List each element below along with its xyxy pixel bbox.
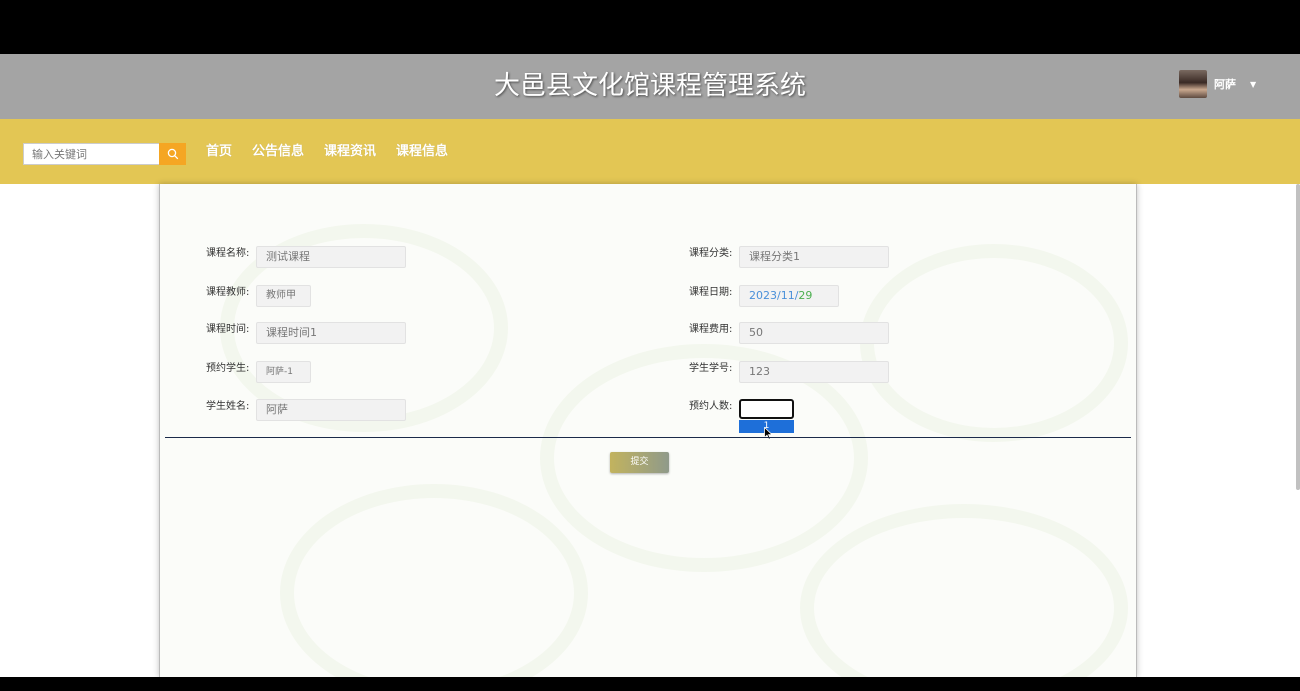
course-name-field[interactable]: 测试课程 — [256, 246, 406, 268]
user-menu[interactable]: 阿萨 ▼ — [1179, 70, 1256, 98]
student-name-label: 学生姓名: — [206, 401, 250, 412]
student-id-field[interactable]: 123 — [739, 361, 889, 383]
reserve-count-label: 预约人数: — [689, 401, 733, 412]
site-header: 大邑县文化馆课程管理系统 阿萨 ▼ — [0, 54, 1300, 119]
course-fee-field[interactable]: 50 — [739, 322, 889, 344]
course-name-label: 课程名称: — [206, 248, 250, 259]
course-teacher-select[interactable]: 教师甲 — [256, 285, 311, 307]
student-id-label: 学生学号: — [689, 363, 733, 374]
nav-item-course-news[interactable]: 课程资讯 — [324, 143, 376, 161]
search-box — [23, 143, 186, 165]
reserved-student-select[interactable]: 阿萨-1 — [256, 361, 311, 383]
site-title: 大邑县文化馆课程管理系统 — [493, 71, 806, 101]
nav-item-home[interactable]: 首页 — [206, 143, 232, 161]
page-scrollbar[interactable] — [1296, 184, 1300, 490]
nav-item-course-info[interactable]: 课程信息 — [396, 143, 448, 161]
reserve-count-select[interactable] — [739, 399, 794, 419]
mouse-pointer-icon — [764, 427, 773, 440]
window-top-bar — [0, 0, 1300, 54]
course-time-label: 课程时间: — [206, 324, 250, 335]
background-pattern — [800, 504, 1128, 677]
search-button[interactable] — [159, 143, 186, 165]
submit-button[interactable]: 提交 — [610, 452, 669, 473]
course-date-day: 29 — [798, 289, 813, 302]
reserved-student-label: 预约学生: — [206, 363, 250, 374]
search-icon — [167, 148, 178, 160]
chevron-down-icon[interactable]: ▼ — [1250, 80, 1256, 89]
nav-item-announcements[interactable]: 公告信息 — [252, 143, 304, 161]
form-divider — [165, 437, 1131, 438]
main-menu: 首页 公告信息 课程资讯 课程信息 — [206, 143, 468, 161]
window-bottom-bar — [0, 677, 1300, 691]
student-name-field[interactable]: 阿萨 — [256, 399, 406, 421]
course-date-year-month: 2023/11/ — [749, 289, 799, 302]
course-date-label: 课程日期: — [689, 287, 733, 298]
background-pattern — [280, 484, 588, 677]
course-time-field[interactable]: 课程时间1 — [256, 322, 406, 344]
course-teacher-label: 课程教师: — [206, 287, 250, 298]
avatar[interactable] — [1179, 70, 1207, 98]
course-category-field[interactable]: 课程分类1 — [739, 246, 889, 268]
nav-bar: 首页 公告信息 课程资讯 课程信息 — [0, 119, 1300, 184]
search-input[interactable] — [23, 143, 159, 165]
background-pattern — [860, 244, 1128, 442]
course-fee-label: 课程费用: — [689, 324, 733, 335]
course-category-label: 课程分类: — [689, 248, 733, 259]
course-date-field[interactable]: 2023/11/29 — [739, 285, 839, 307]
user-name[interactable]: 阿萨 — [1214, 76, 1236, 92]
